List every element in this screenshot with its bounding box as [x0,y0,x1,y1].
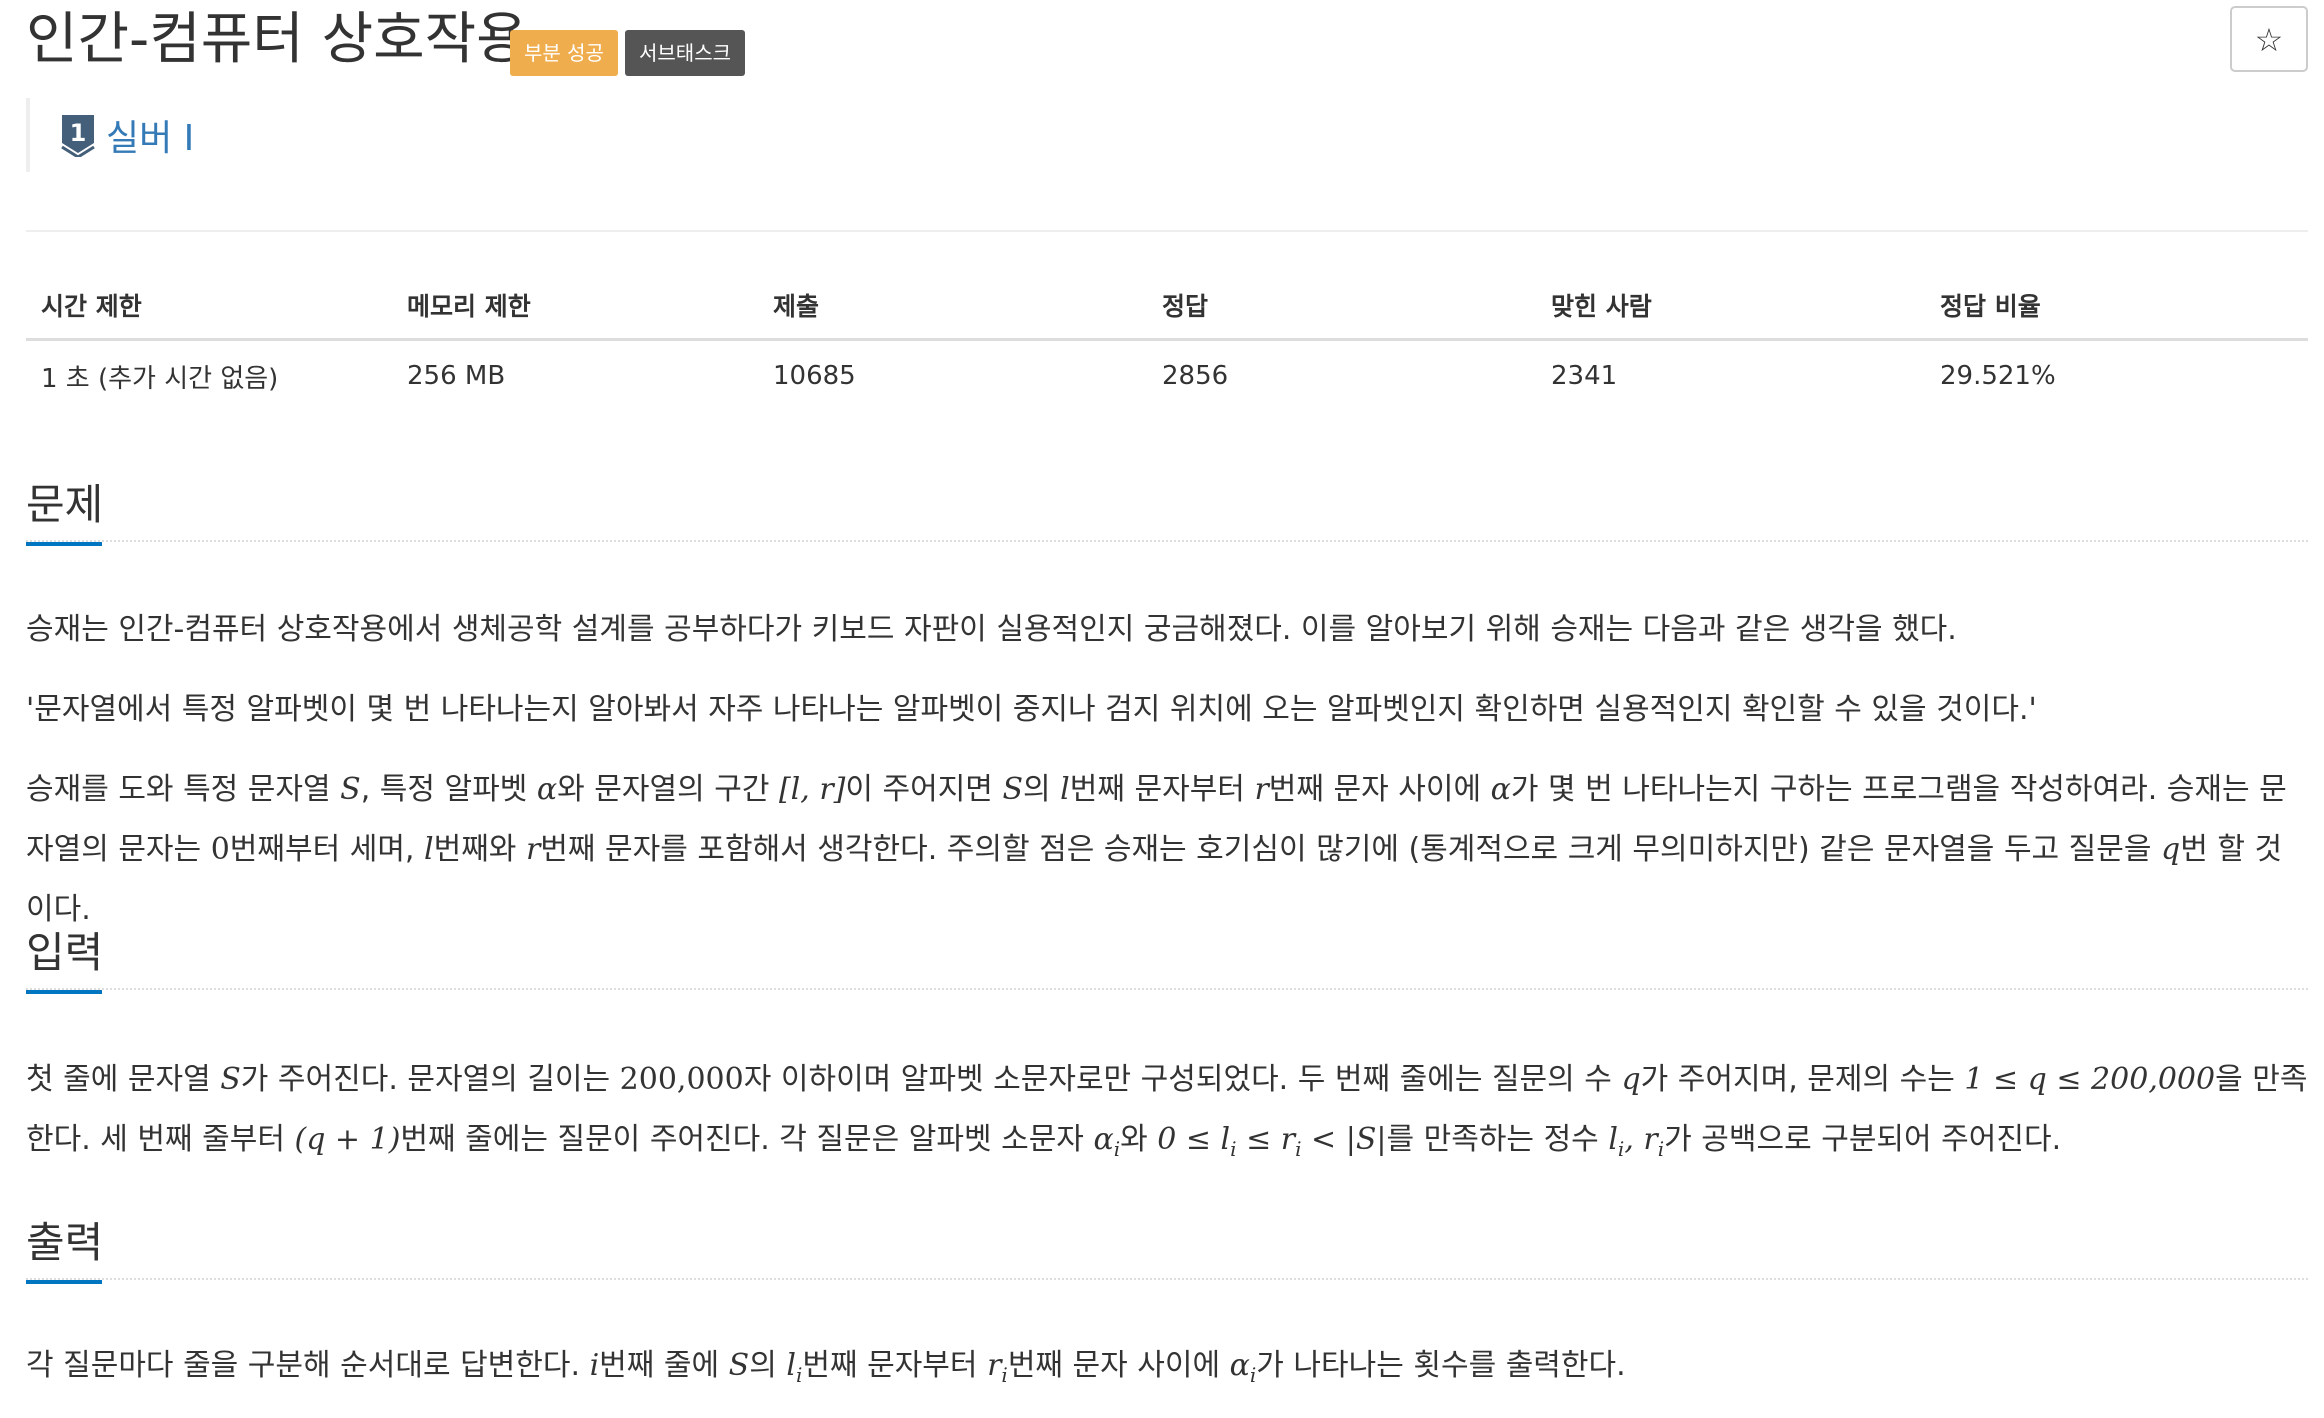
divider [26,230,2308,232]
section-underline [26,990,102,994]
tier-box: 1 실버 I [26,98,194,172]
solvers-value[interactable]: 2341 [1536,340,1925,412]
accepted-value: 2856 [1162,361,1229,391]
page-title: 인간-컴퓨터 상호작용 [26,7,528,72]
submissions-value[interactable]: 10685 [758,340,1147,412]
star-icon: ☆ [2254,21,2284,59]
problem-paragraph-1: 승재는 인간-컴퓨터 상호작용에서 생체공학 설계를 공부하다가 키보드 자판이… [26,612,1957,647]
table-header-row: 시간 제한 메모리 제한 제출 정답 맞힌 사람 정답 비율 [26,272,2308,341]
partial-success-badge[interactable]: 부분 성공 [510,30,618,76]
star-button[interactable]: ☆ [2230,6,2308,72]
memory-limit-header: 메모리 제한 [392,272,758,341]
submissions-header: 제출 [758,272,1147,341]
subtask-badge[interactable]: 서브태스크 [625,30,745,76]
title-row: 인간-컴퓨터 상호작용 부분 성공 서브태스크 ☆ [26,0,2308,90]
tier-link[interactable]: 1 실버 I [60,98,194,172]
solvers-header: 맞힌 사람 [1536,272,1925,341]
tier-label: 실버 I [106,118,195,159]
time-limit-header: 시간 제한 [26,272,392,341]
section-divider [26,1278,2308,1280]
problem-section-title: 문제 [26,480,104,529]
table-row: 1 초 (추가 시간 없음) 256 MB 10685 2856 2341 29… [26,340,2308,412]
tier-badge-number: 1 [70,119,87,147]
section-underline [26,1280,102,1284]
memory-limit-value: 256 MB [407,361,506,391]
section-divider [26,988,2308,990]
math-alpha: α [536,772,558,807]
accuracy-value: 29.521% [1940,361,2056,391]
output-paragraph: 각 질문마다 줄을 구분해 순서대로 답변한다. i번째 줄에 S의 li번째 … [26,1348,1626,1387]
math-interval: [l, r] [778,772,846,807]
section-divider [26,540,2308,542]
accepted-header: 정답 [1147,272,1536,341]
input-section-title: 입력 [26,928,104,977]
problem-section-header: 문제 [26,472,2308,552]
input-section-header: 입력 [26,920,2308,1000]
problem-paragraph-3: 승재를 도와 특정 문자열 S, 특정 알파벳 α와 문자열의 구간 [l, r… [26,772,2287,927]
time-limit-value: 1 초 (추가 시간 없음) [41,363,279,394]
input-paragraph: 첫 줄에 문자열 S가 주어진다. 문자열의 길이는 200,000자 이하이며… [26,1062,2308,1161]
problem-paragraph-2: '문자열에서 특정 알파벳이 몇 번 나타나는지 알아봐서 자주 나타나는 알파… [26,692,2037,727]
silver-tier-icon: 1 [61,115,95,157]
output-section-header: 출력 [26,1210,2308,1290]
section-underline [26,542,102,546]
problem-info-table: 시간 제한 메모리 제한 제출 정답 맞힌 사람 정답 비율 1 초 (추가 시… [26,272,2308,411]
accuracy-header: 정답 비율 [1925,272,2308,341]
math-s: S [340,772,361,807]
output-section-title: 출력 [26,1218,104,1267]
